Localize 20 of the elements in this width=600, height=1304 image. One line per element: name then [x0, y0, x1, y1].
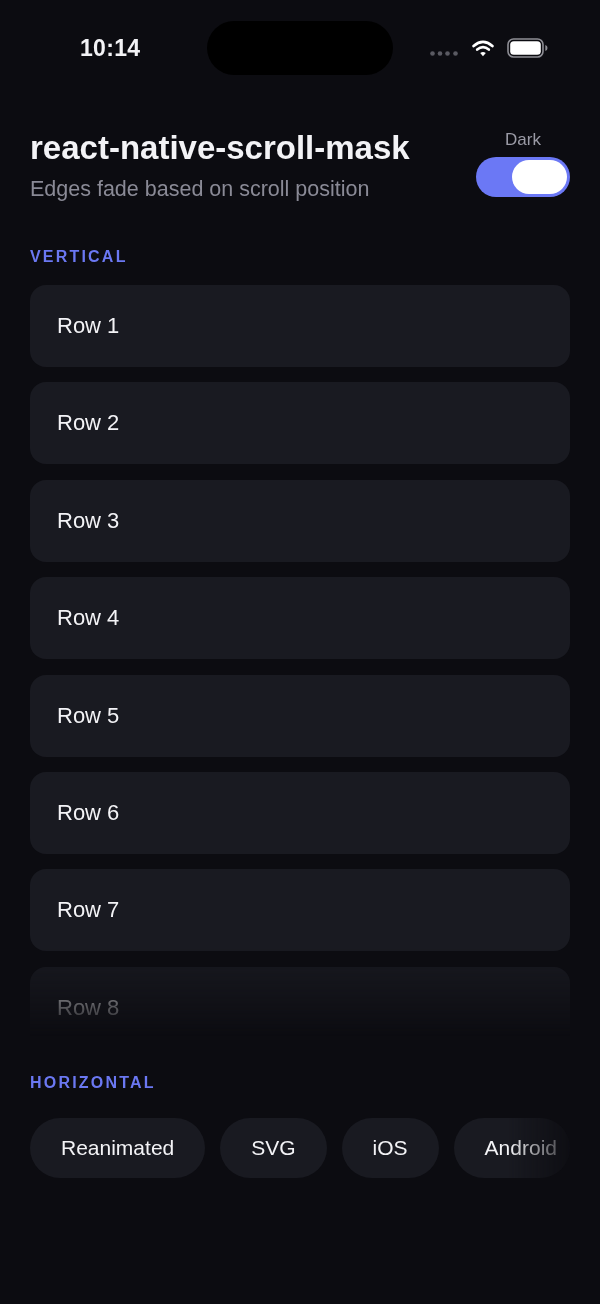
list-row: Row 4 [30, 577, 570, 660]
list-row: Row 7 [30, 869, 570, 952]
toggle-label: Dark [505, 130, 541, 150]
list-row: Row 6 [30, 771, 570, 854]
signal-icon [430, 50, 458, 56]
app-title: react-native-scroll-mask [30, 130, 410, 166]
wifi-icon [472, 39, 494, 57]
app-subtitle: Edges fade based on scroll position [30, 176, 371, 202]
tag-chip: Reanimated [30, 1118, 206, 1178]
list-row: Row 3 [30, 479, 570, 562]
list-row: Row 5 [30, 674, 570, 757]
list-row: Row 2 [30, 382, 570, 465]
tag-chip: SVG [220, 1118, 327, 1178]
section-label: HORIZONTAL [30, 1073, 157, 1093]
battery-icon [507, 38, 548, 58]
status-time: 10:14 [80, 34, 141, 62]
dark-mode-toggle[interactable] [476, 157, 570, 197]
section-label: VERTICAL [30, 247, 129, 267]
tag-chip: iOS [341, 1118, 439, 1178]
list-row: Row 1 [30, 285, 570, 367]
